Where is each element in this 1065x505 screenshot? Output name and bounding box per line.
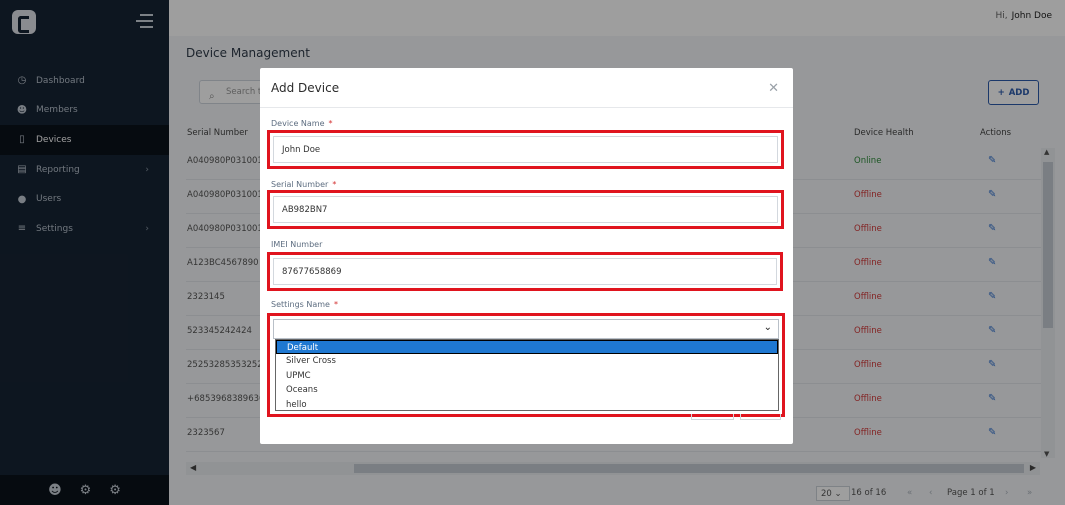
device-name-highlight: John Doe bbox=[267, 130, 784, 169]
cancel-button[interactable] bbox=[691, 414, 734, 420]
close-icon[interactable]: ✕ bbox=[768, 81, 779, 96]
required-marker: * bbox=[333, 300, 338, 309]
settings-options-list: Default Silver Cross UPMC Oceans hello bbox=[275, 339, 779, 411]
device-name-field[interactable]: John Doe bbox=[273, 136, 778, 163]
settings-option-hello[interactable]: hello bbox=[276, 398, 778, 412]
label-text: Settings Name bbox=[271, 300, 330, 309]
imei-number-field[interactable]: 87677658869 bbox=[273, 258, 777, 285]
settings-name-select[interactable]: ⌄ bbox=[273, 319, 779, 339]
serial-number-highlight: AB982BN7 bbox=[267, 190, 784, 229]
serial-number-field[interactable]: AB982BN7 bbox=[273, 196, 778, 223]
serial-number-label: Serial Number * bbox=[271, 180, 336, 189]
dialog-title: Add Device bbox=[271, 81, 340, 95]
chevron-down-icon: ⌄ bbox=[763, 322, 772, 333]
required-marker: * bbox=[328, 119, 333, 128]
imei-number-label: IMEI Number bbox=[271, 240, 322, 249]
settings-option-upmc[interactable]: UPMC bbox=[276, 369, 778, 383]
label-text: IMEI Number bbox=[271, 240, 323, 249]
label-text: Serial Number bbox=[271, 180, 329, 189]
settings-name-label: Settings Name * bbox=[271, 300, 338, 309]
settings-option-oceans[interactable]: Oceans bbox=[276, 383, 778, 397]
label-text: Device Name bbox=[271, 119, 325, 128]
settings-option-silver-cross[interactable]: Silver Cross bbox=[276, 354, 778, 368]
required-marker: * bbox=[332, 180, 337, 189]
add-device-dialog: Add Device ✕ Device Name * John Doe Seria… bbox=[260, 68, 793, 444]
imei-number-highlight: 87677658869 bbox=[267, 252, 783, 291]
settings-name-highlight: ⌄ Default Silver Cross UPMC Oceans hello bbox=[267, 313, 785, 417]
settings-option-default[interactable]: Default bbox=[276, 340, 778, 355]
divider bbox=[260, 107, 793, 108]
save-button[interactable] bbox=[740, 414, 781, 420]
device-name-label: Device Name * bbox=[271, 119, 333, 128]
